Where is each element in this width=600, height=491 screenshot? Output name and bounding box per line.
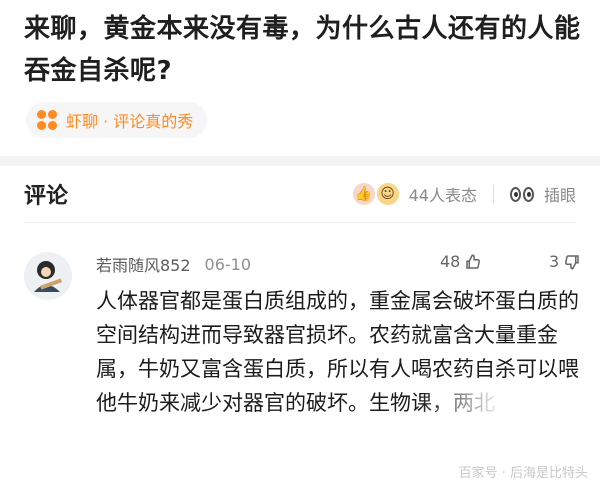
like-button[interactable]: 48	[440, 252, 482, 271]
comments-title: 评论	[24, 184, 69, 209]
comment-username[interactable]: 若雨随风852	[96, 252, 191, 276]
thumbs-down-icon	[565, 254, 579, 270]
comments-header: 评论 👍 ☺ 44人表态 插眼	[0, 168, 600, 220]
bubble-cluster-icon	[36, 109, 58, 131]
thumbs-up-icon	[466, 253, 481, 269]
topic-chip[interactable]: 虾聊 · 评论真的秀	[26, 102, 208, 138]
watermark: 百家号 · 后海是比特头	[459, 462, 588, 481]
reactions-bar[interactable]: 👍 ☺ 44人表态 插眼	[350, 181, 576, 207]
post-title: 来聊，黄金本来没有毒，为什么古人还有的人能吞金自杀呢?	[24, 14, 581, 86]
like-count: 48	[440, 252, 461, 271]
dislike-button[interactable]: 3	[549, 252, 581, 271]
comment-date: 06-10	[204, 254, 252, 274]
reaction-count: 44人表态	[408, 186, 477, 205]
section-divider	[0, 156, 600, 166]
comment-meta: 若雨随风852 06-10	[96, 252, 251, 276]
insert-eye-label[interactable]: 插眼	[544, 182, 576, 206]
eyes-icon[interactable]	[509, 186, 534, 202]
separator	[492, 185, 494, 203]
dislike-count: 3	[549, 252, 560, 271]
thumbs-up-emoji-icon: 👍	[350, 181, 377, 207]
topic-label: 虾聊 · 评论真的秀	[66, 112, 194, 131]
watermark-text: 百家号 · 后海是比特头	[458, 466, 588, 481]
smile-emoji-icon: ☺	[374, 181, 401, 207]
avatar[interactable]	[24, 252, 72, 300]
header-divider	[24, 222, 576, 223]
comment-item: 若雨随风852 06-10 48 3 人体器官都是蛋白质组成的，重金属会破坏蛋白…	[0, 240, 600, 491]
